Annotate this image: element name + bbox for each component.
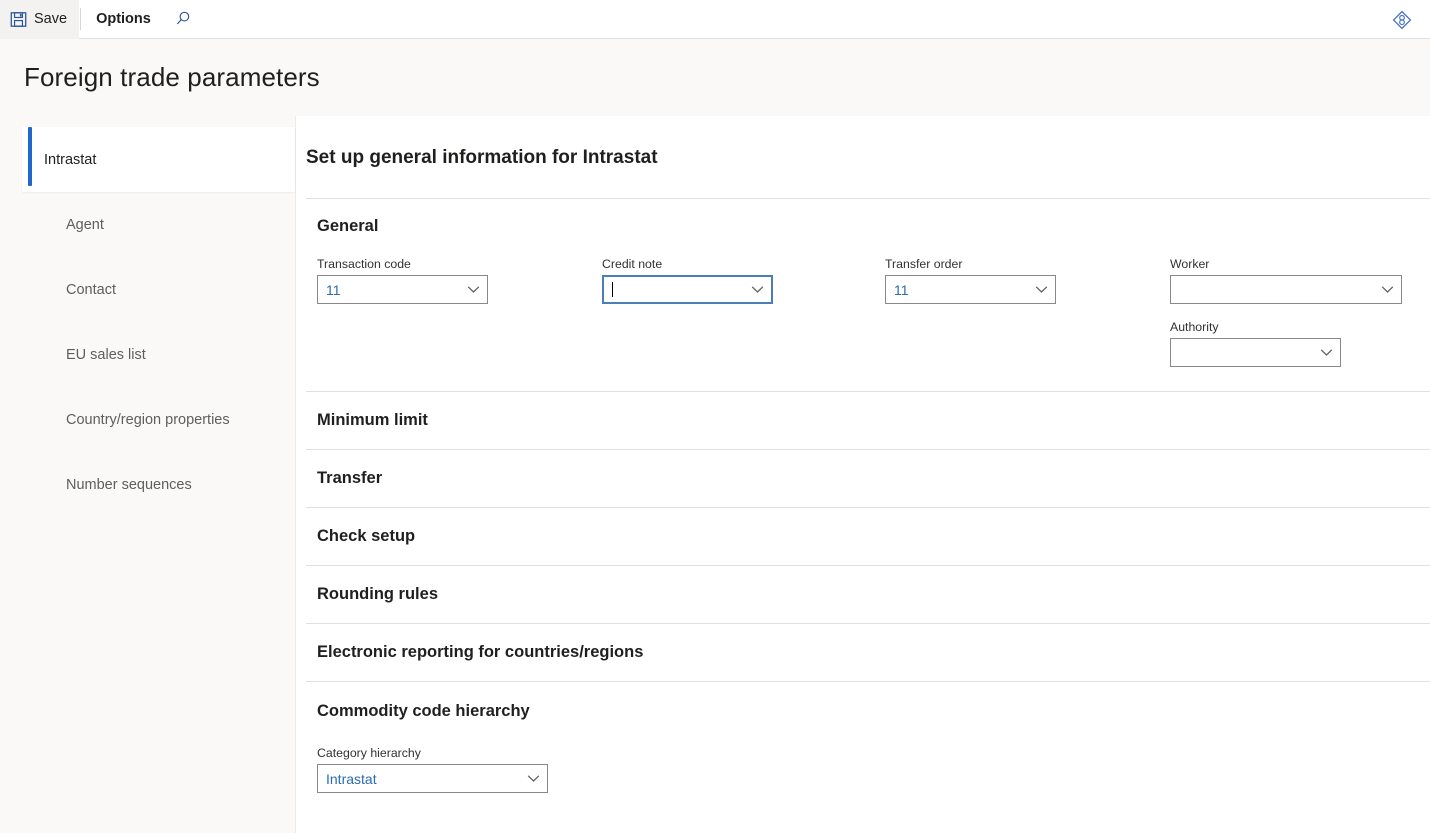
credit-note-combobox[interactable] bbox=[602, 275, 773, 304]
sidebar-item-label: Number sequences bbox=[66, 476, 192, 493]
sidebar-nav: Intrastat Agent Contact EU sales list Co… bbox=[0, 116, 296, 833]
chevron-down-icon[interactable] bbox=[1312, 348, 1340, 357]
sidebar-item-label: Agent bbox=[66, 216, 104, 233]
section-check-setup[interactable]: Check setup bbox=[306, 508, 1430, 566]
toolbar-divider bbox=[80, 8, 82, 30]
section-electronic-reporting[interactable]: Electronic reporting for countries/regio… bbox=[306, 624, 1430, 682]
field-label: Worker bbox=[1170, 257, 1210, 271]
transaction-code-value: 11 bbox=[326, 281, 341, 298]
chevron-down-icon[interactable] bbox=[1373, 285, 1401, 294]
search-icon bbox=[174, 10, 192, 28]
page-header: Foreign trade parameters bbox=[0, 39, 1430, 116]
chevron-down-icon[interactable] bbox=[1027, 285, 1055, 294]
field-label: Credit note bbox=[602, 257, 663, 271]
page-title: Foreign trade parameters bbox=[24, 62, 320, 92]
transfer-order-combobox[interactable]: 11 bbox=[885, 275, 1056, 304]
save-floppy-icon bbox=[10, 11, 27, 28]
category-hierarchy-combobox[interactable]: Intrastat bbox=[317, 764, 548, 793]
section-commodity-code-hierarchy: Commodity code hierarchy Category hierar… bbox=[306, 682, 1430, 793]
section-general-header[interactable]: General bbox=[317, 199, 1430, 236]
search-button[interactable] bbox=[165, 0, 201, 39]
sidebar-item-label: EU sales list bbox=[66, 346, 146, 363]
sidebar-item-country-region-properties[interactable]: Country/region properties bbox=[22, 387, 295, 452]
field-gap bbox=[1170, 304, 1410, 320]
sidebar-item-contact[interactable]: Contact bbox=[22, 257, 295, 322]
section-general: General Transaction code 11 Credit note … bbox=[306, 199, 1430, 391]
field-label: Authority bbox=[1170, 320, 1219, 334]
chevron-down-icon[interactable] bbox=[519, 774, 547, 783]
sidebar-item-eu-sales-list[interactable]: EU sales list bbox=[22, 322, 295, 387]
selected-accent-bar bbox=[28, 127, 32, 186]
sidebar-item-agent[interactable]: Agent bbox=[22, 192, 295, 257]
main-content: Set up general information for Intrastat… bbox=[296, 116, 1430, 833]
save-button-label: Save bbox=[34, 11, 68, 27]
sidebar-item-intrastat[interactable]: Intrastat bbox=[22, 127, 295, 192]
page-body: Intrastat Agent Contact EU sales list Co… bbox=[0, 116, 1430, 833]
section-rounding-rules[interactable]: Rounding rules bbox=[306, 566, 1430, 624]
worker-combobox[interactable] bbox=[1170, 275, 1402, 304]
field-label: Category hierarchy bbox=[317, 746, 421, 760]
task-recorder-button[interactable] bbox=[1384, 0, 1420, 39]
field-credit-note: Credit note bbox=[602, 257, 885, 367]
field-authority: Authority bbox=[1170, 320, 1410, 367]
task-recorder-diamond-icon bbox=[1392, 10, 1412, 30]
field-label: Transaction code bbox=[317, 257, 411, 271]
section-transfer[interactable]: Transfer bbox=[306, 450, 1430, 508]
field-transfer-order: Transfer order 11 bbox=[885, 257, 1170, 367]
sidebar-item-number-sequences[interactable]: Number sequences bbox=[22, 452, 295, 517]
transaction-code-combobox[interactable]: 11 bbox=[317, 275, 488, 304]
chevron-down-icon[interactable] bbox=[743, 285, 771, 294]
field-category-hierarchy: Category hierarchy Intrastat bbox=[317, 721, 1430, 793]
authority-combobox[interactable] bbox=[1170, 338, 1341, 367]
sidebar-item-label: Country/region properties bbox=[66, 411, 230, 428]
field-column-worker-authority: Worker Authority bbox=[1170, 257, 1410, 367]
main-heading: Set up general information for Intrastat bbox=[306, 147, 658, 168]
transfer-order-value: 11 bbox=[894, 281, 909, 298]
sidebar-item-label: Intrastat bbox=[44, 151, 97, 168]
section-commodity-header[interactable]: Commodity code hierarchy bbox=[317, 682, 1430, 721]
options-button[interactable]: Options bbox=[82, 0, 165, 39]
category-hierarchy-value: Intrastat bbox=[326, 770, 377, 787]
general-field-grid: Transaction code 11 Credit note Transfer… bbox=[317, 236, 1430, 391]
text-caret bbox=[612, 282, 613, 297]
chevron-down-icon[interactable] bbox=[459, 285, 487, 294]
field-transaction-code: Transaction code 11 bbox=[317, 257, 602, 367]
field-worker: Worker bbox=[1170, 257, 1410, 304]
field-label: Transfer order bbox=[885, 257, 963, 271]
sidebar-item-label: Contact bbox=[66, 281, 116, 298]
save-button[interactable]: Save bbox=[0, 0, 80, 39]
app-toolbar: Save Options bbox=[0, 0, 1430, 39]
section-minimum-limit[interactable]: Minimum limit bbox=[306, 392, 1430, 450]
